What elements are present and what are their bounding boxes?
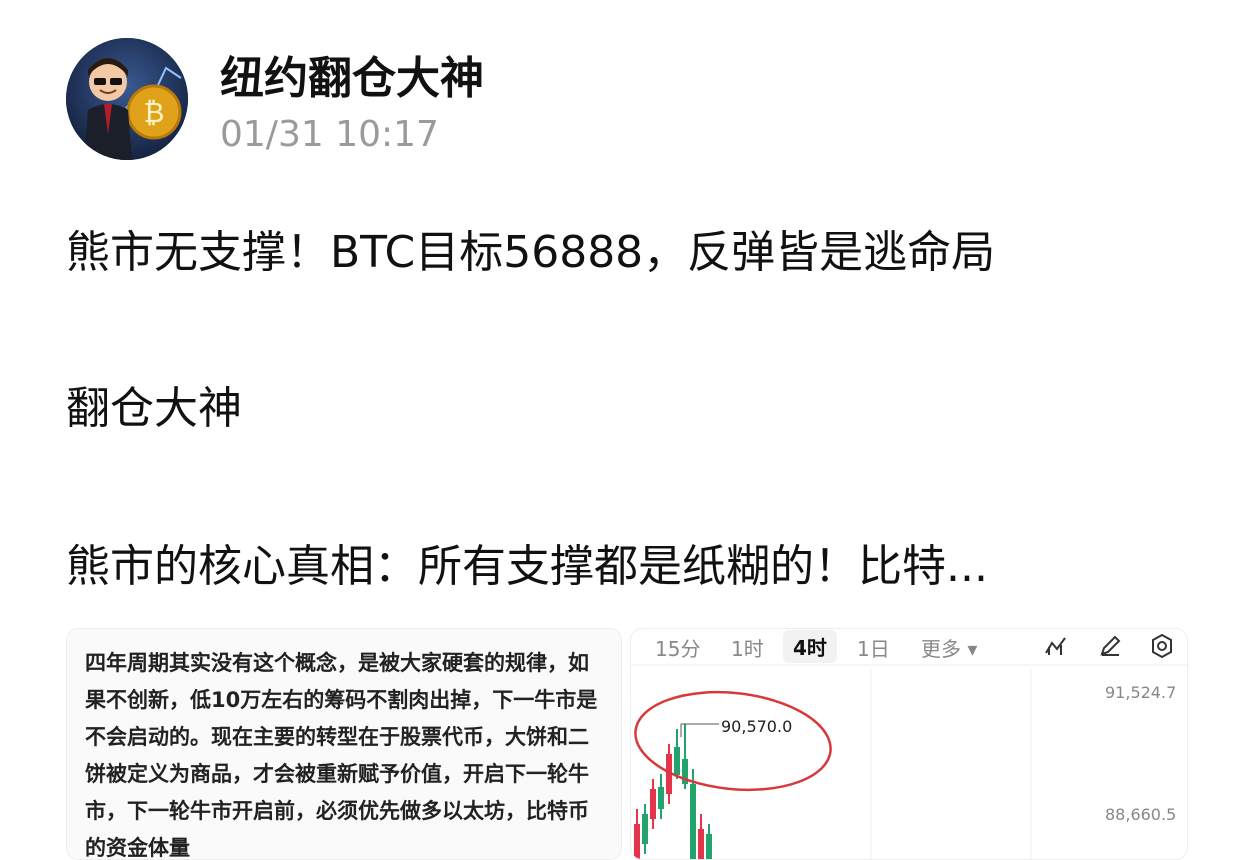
post-image-text[interactable]: 四年周期其实没有这个概念，是被大家硬套的规律，如果不创新，低10万左右的筹码不割… xyxy=(66,628,622,860)
post-image-chart[interactable]: 15分 1时 4时 1日 更多 ▾ 90,570.0 91,524.7 88,6… xyxy=(630,628,1188,860)
svg-text:₿: ₿ xyxy=(144,96,165,129)
candles xyxy=(634,724,712,859)
author-avatar[interactable]: ₿ xyxy=(66,38,188,160)
candlestick-chart xyxy=(631,664,1187,859)
avatar-illustration: ₿ xyxy=(66,38,188,160)
image-text-content: 四年周期其实没有这个概念，是被大家硬套的规律，如果不创新，低10万左右的筹码不割… xyxy=(85,651,598,860)
post-subtitle: 翻仓大神 xyxy=(66,383,242,434)
post-excerpt[interactable]: 熊市的核心真相：所有支撑都是纸糊的！比特... xyxy=(66,530,988,594)
post-timestamp: 01/31 10:17 xyxy=(220,114,439,155)
post-title[interactable]: 熊市无支撑！BTC目标56888，反弹皆是逃命局 xyxy=(66,216,995,280)
price-label-top: 91,524.7 xyxy=(1105,683,1177,702)
author-name[interactable]: 纽约翻仓大神 xyxy=(220,42,484,106)
peak-annotation: 90,570.0 xyxy=(721,717,793,736)
price-label-mid: 88,660.5 xyxy=(1105,805,1177,824)
